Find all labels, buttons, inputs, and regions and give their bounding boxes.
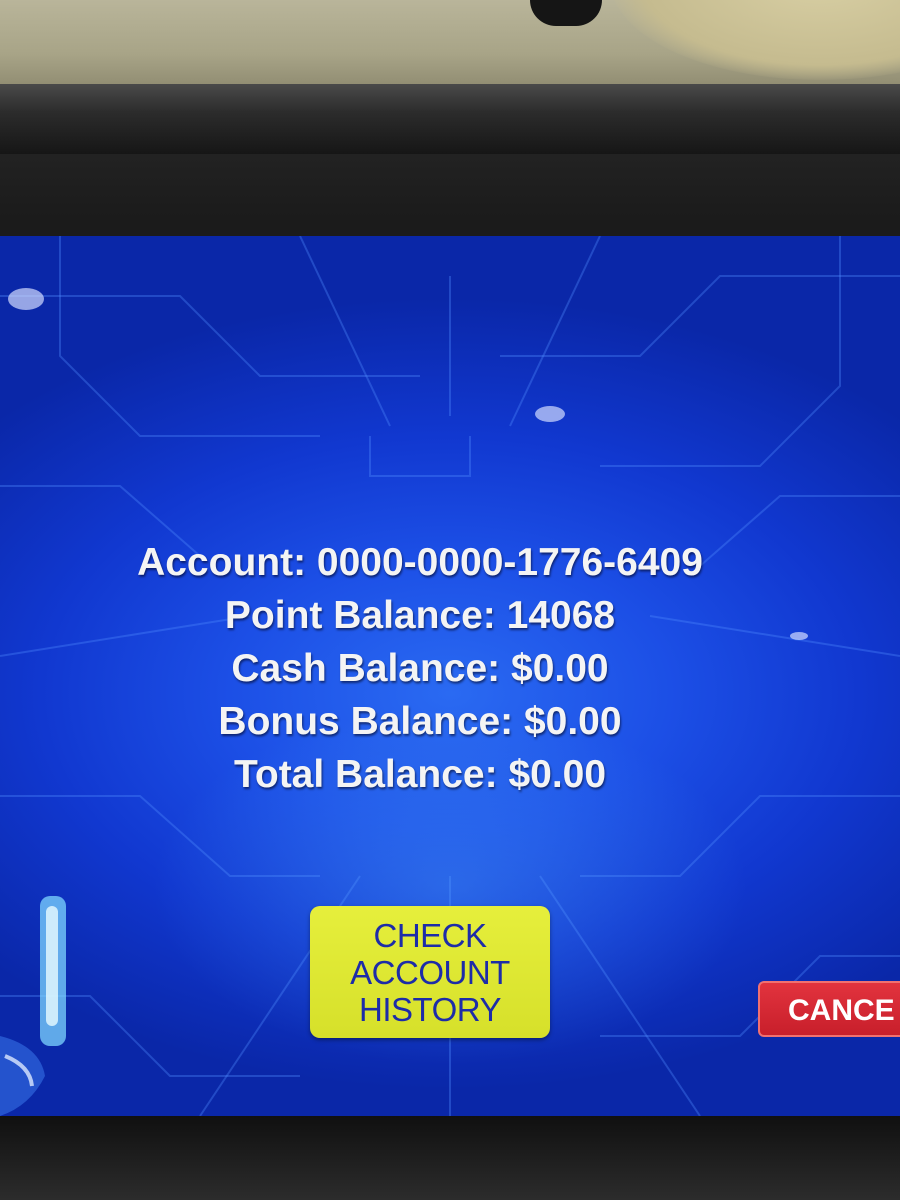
bonus-balance: Bonus Balance: $0.00	[218, 700, 622, 743]
cancel-button-label: CANCE	[788, 994, 895, 1027]
check-history-label-line-1: CHECK	[373, 916, 487, 954]
check-history-label-line-3: HISTORY	[359, 990, 502, 1028]
kiosk-photo: Account: 0000-0000-1776-6409 Point Balan…	[0, 0, 900, 1200]
reflection-spot	[8, 288, 44, 310]
kiosk-bezel-top	[0, 84, 900, 154]
cancel-button[interactable]: CANCE	[758, 981, 900, 1037]
kiosk-screen: Account: 0000-0000-1776-6409 Point Balan…	[0, 236, 900, 1116]
point-balance: Point Balance: 14068	[224, 594, 616, 637]
reflection-spot	[535, 406, 565, 422]
cash-balance: Cash Balance: $0.00	[231, 647, 609, 690]
account-number: Account: 0000-0000-1776-6409	[137, 541, 703, 584]
check-account-history-button[interactable]: CHECK ACCOUNT HISTORY	[310, 906, 550, 1038]
account-info-panel: Account: 0000-0000-1776-6409 Point Balan…	[0, 536, 840, 801]
check-history-label-line-2: ACCOUNT	[350, 953, 510, 991]
decorative-pin-graphic	[0, 896, 66, 1116]
kiosk-bezel-bottom	[0, 1116, 900, 1200]
total-balance: Total Balance: $0.00	[233, 753, 607, 796]
